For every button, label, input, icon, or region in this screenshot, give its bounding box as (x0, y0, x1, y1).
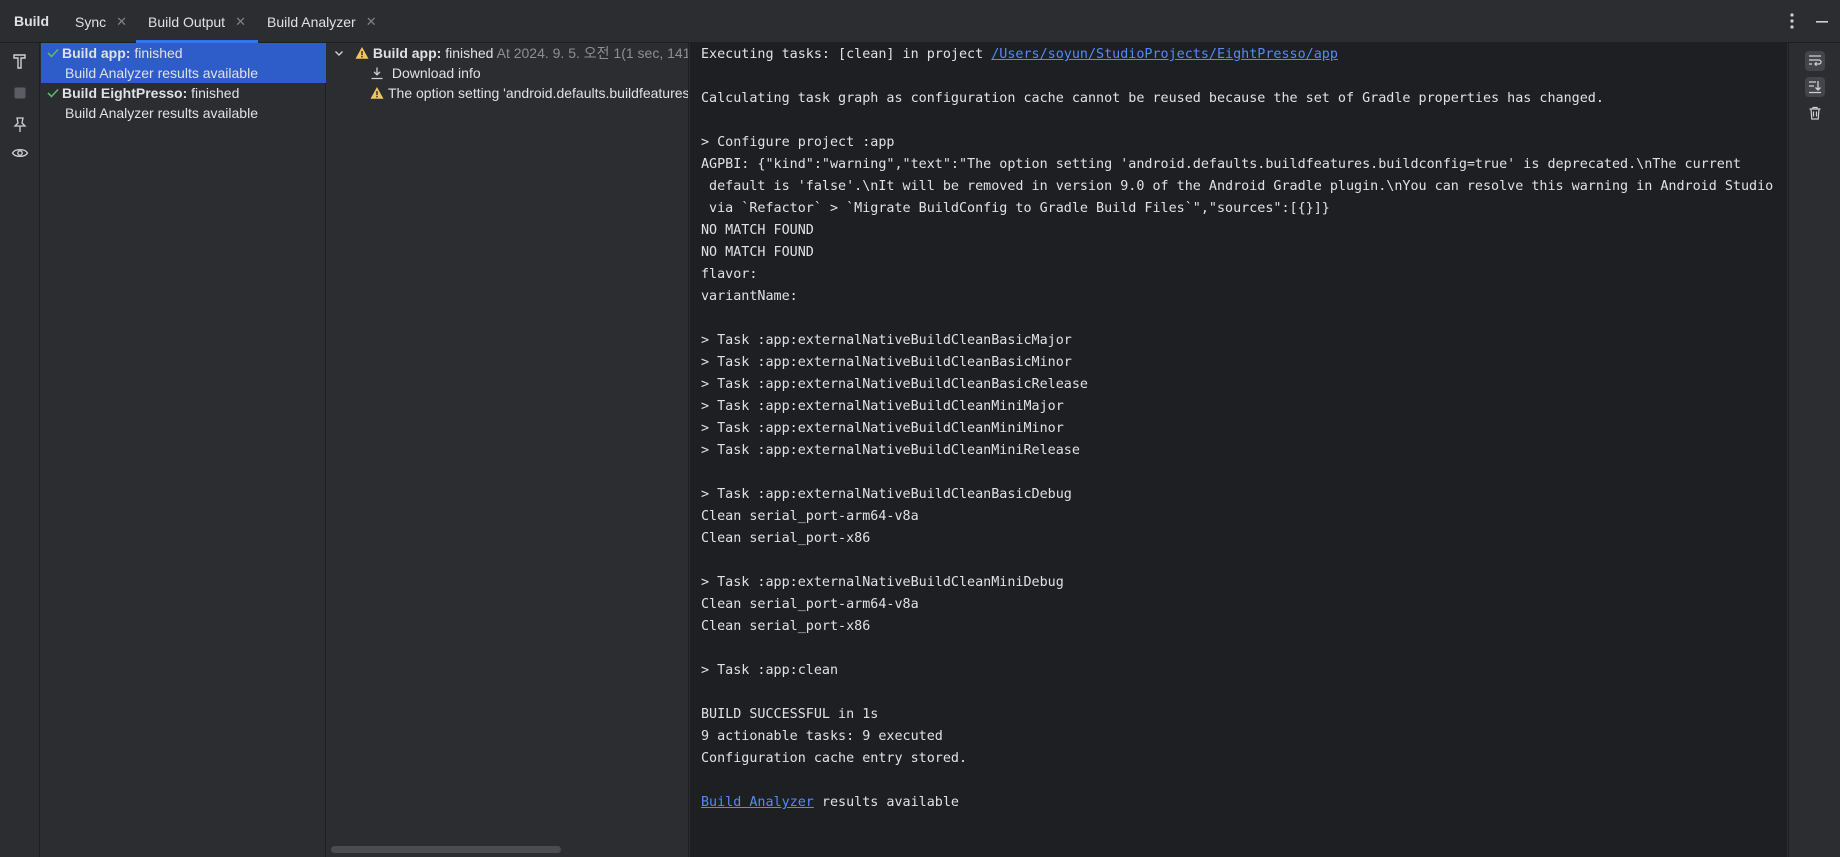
eye-icon[interactable] (10, 143, 30, 163)
tree-root-time: At 2024. 9. 5. 오전 1(1 sec, 141 ms (496, 45, 689, 61)
trash-icon[interactable] (1805, 103, 1825, 123)
console-line: default is 'false'.\nIt will be removed … (701, 179, 1774, 194)
run-row-build-app[interactable]: Build app: finished (41, 43, 326, 63)
tab-build-analyzer[interactable]: Build Analyzer ✕ (267, 0, 377, 43)
console-line: 9 actionable tasks: 9 executed (701, 729, 943, 744)
console-analyzer-line: Build Analyzer results available (701, 792, 1773, 814)
stop-icon[interactable] (10, 83, 30, 103)
console-line: NO MATCH FOUND (701, 223, 814, 238)
console-line: Configuration cache entry stored. (701, 751, 968, 766)
warning-icon (370, 85, 384, 105)
build-runs-list: Build app: finished Build Analyzer resul… (41, 43, 326, 857)
console-output[interactable]: Executing tasks: [clean] in project /Use… (690, 43, 1787, 857)
run-analyzer-note: Build Analyzer results available (65, 105, 258, 121)
scroll-to-end-icon[interactable] (1805, 77, 1825, 97)
tab-build-output-label: Build Output (148, 13, 226, 30)
console-line: BUILD SUCCESSFUL in 1s (701, 707, 879, 722)
console-line: > Task :app:externalNativeBuildCleanMini… (701, 421, 1064, 436)
console-line: > Task :app:externalNativeBuildCleanBasi… (701, 377, 1088, 392)
build-analyzer-link[interactable]: Build Analyzer (701, 795, 814, 810)
console-line: via `Refactor` > `Migrate BuildConfig to… (701, 201, 1330, 216)
console-line: > Task :app:externalNativeBuildCleanMini… (701, 575, 1064, 590)
tab-sync-label: Sync (75, 13, 107, 30)
panel-title: Build (14, 13, 49, 29)
right-toolbar (1788, 43, 1840, 857)
more-vertical-icon[interactable] (1784, 11, 1800, 34)
tree-warning-item[interactable]: The option setting 'android.defaults.bui… (370, 83, 689, 105)
run-name: Build EightPresso: (62, 85, 188, 101)
tab-sync[interactable]: Sync ✕ (75, 0, 127, 43)
warning-icon (355, 45, 369, 65)
tree-root-status: finished (441, 45, 494, 61)
tab-build-analyzer-close-icon[interactable]: ✕ (366, 14, 377, 30)
run-analyzer-note: Build Analyzer results available (65, 65, 258, 81)
console-line: Clean serial_port-arm64-v8a (701, 509, 919, 524)
console-line: > Task :app:externalNativeBuildCleanBasi… (701, 487, 1072, 502)
tab-build-analyzer-label: Build Analyzer (267, 13, 356, 30)
console-line: > Task :app:externalNativeBuildCleanMini… (701, 399, 1064, 414)
tool-window-header: Build Sync ✕ Build Output ✕ Build Analyz… (0, 0, 1840, 43)
tab-sync-close-icon[interactable]: ✕ (116, 14, 127, 30)
console-line: Clean serial_port-x86 (701, 619, 871, 634)
console-line: Clean serial_port-arm64-v8a (701, 597, 919, 612)
tree-root-name: Build app: (372, 45, 442, 61)
exec-prefix: Executing tasks: [clean] in project (701, 47, 992, 62)
run-row-build-app-analyzer[interactable]: Build Analyzer results available (41, 63, 326, 83)
download-icon (370, 65, 392, 81)
project-path-link[interactable]: /Users/soyun/StudioProjects/EightPresso/… (991, 47, 1338, 62)
hammer-icon[interactable] (10, 51, 30, 71)
console-exec-line: Executing tasks: [clean] in project /Use… (701, 44, 1773, 66)
tab-build-output-close-icon[interactable]: ✕ (235, 14, 246, 30)
left-toolbar (0, 43, 40, 857)
run-status: finished (187, 85, 240, 101)
console-line: flavor: (701, 267, 758, 282)
console-line: > Task :app:externalNativeBuildCleanBasi… (701, 355, 1072, 370)
warning-text: The option setting 'android.defaults.bui… (388, 85, 689, 101)
console-line: Clean serial_port-x86 (701, 531, 871, 546)
tree-download-info[interactable]: Download info (370, 63, 481, 83)
horizontal-scrollbar[interactable] (331, 846, 561, 853)
console-line: Calculating task graph as configuration … (701, 91, 1604, 106)
minimize-icon[interactable] (1814, 11, 1830, 34)
analyzer-suffix: results available (813, 795, 959, 810)
download-info-label: Download info (391, 65, 481, 81)
run-status: finished (130, 45, 183, 61)
run-title: Build app: finished (62, 43, 183, 63)
chevron-down-icon[interactable] (333, 45, 355, 61)
soft-wrap-icon[interactable] (1805, 51, 1825, 71)
console-line: NO MATCH FOUND (701, 245, 814, 260)
pin-icon[interactable] (10, 115, 30, 135)
console-line: variantName: (701, 289, 798, 304)
console-line: > Configure project :app (701, 135, 895, 150)
run-title: Build EightPresso: finished (62, 83, 239, 103)
console-line: AGPBI: {"kind":"warning","text":"The opt… (701, 157, 1741, 172)
console-line: > Task :app:externalNativeBuildCleanBasi… (701, 333, 1072, 348)
tab-build-output[interactable]: Build Output ✕ (136, 0, 258, 43)
tree-root[interactable]: Build app: finished At 2024. 9. 5. 오전 1(… (333, 43, 689, 65)
console-line: > Task :app:clean (701, 663, 839, 678)
run-name: Build app: (62, 45, 131, 61)
build-tree: Build app: finished At 2024. 9. 5. 오전 1(… (327, 43, 689, 857)
run-row-build-eightpresso[interactable]: Build EightPresso: finished (41, 83, 326, 103)
run-row-build-eightpresso-analyzer[interactable]: Build Analyzer results available (41, 103, 326, 123)
console-line: > Task :app:externalNativeBuildCleanMini… (701, 443, 1080, 458)
